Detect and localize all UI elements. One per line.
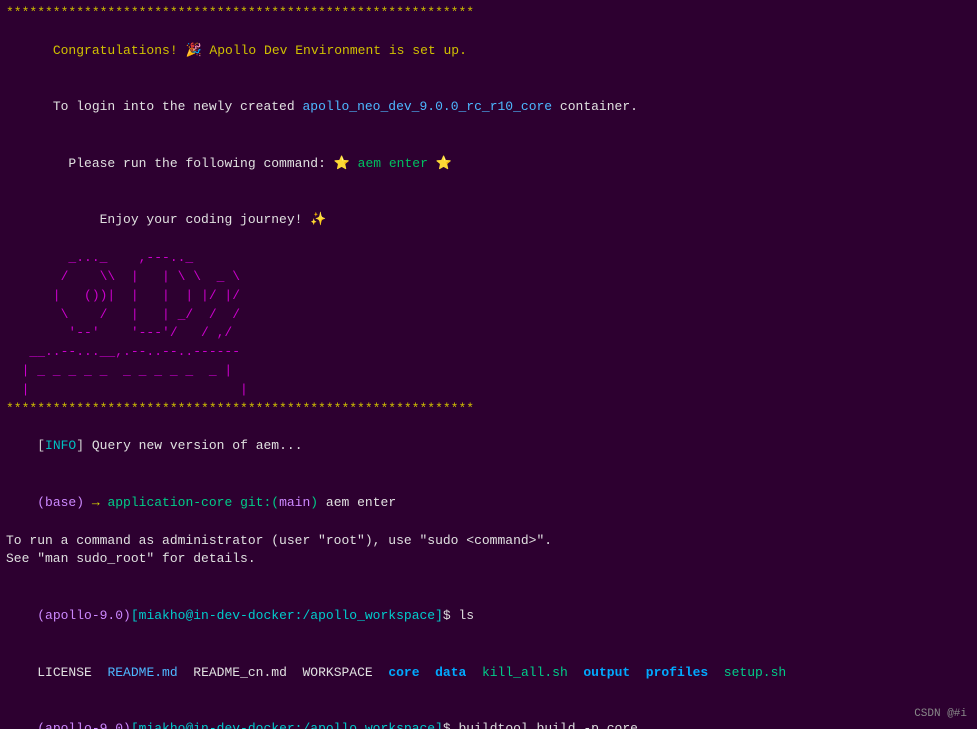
please-line: Please run the following command: ⭐ aem … [6,136,971,193]
bracket-close: ] [76,438,84,453]
info-msg: Query new version of aem... [84,438,302,453]
ls-data: data [435,665,482,680]
stars-line-1: ****************************************… [6,4,971,23]
user-host: [miakho@in-dev-docker:/apollo_workspace] [131,608,443,623]
star2: ⭐ [428,156,452,171]
gtt-text: git:( [240,495,279,510]
enjoy-line: Enjoy your coding journey! ✨ [6,192,971,249]
ls-readme: README.md [107,665,193,680]
sudo-note: To run a command as administrator (user … [6,532,971,551]
apollo-env: (apollo-9.0) [37,608,131,623]
gtt-close: ) [310,495,318,510]
bracket-open: [ [37,438,45,453]
ls-profiles: profiles [646,665,724,680]
user-host2: [miakho@in-dev-docker:/apollo_workspace] [131,721,443,729]
congratulations-text: Congratulations! 🎉 Apollo Dev Environmen… [37,43,467,58]
base-prompt-line: (base) → application-core git:(main) aem… [6,475,971,532]
base-env: (base) [37,495,92,510]
info-query-line: [INFO] Query new version of aem... [6,419,971,476]
see-man: See "man sudo_root" for details. [6,550,971,569]
aem-enter-cmd: aem enter [358,156,428,171]
ls-output: output [583,665,645,680]
dollar-sign: $ ls [443,608,474,623]
app-core-text: application-core [107,495,240,510]
apollo-link: apollo_neo_dev_9.0.0_rc_r10_core [302,99,552,114]
terminal: ****************************************… [0,0,977,729]
watermark: CSDN @#i [914,707,967,723]
stars-line-2: ****************************************… [6,400,971,419]
info-label: INFO [45,438,76,453]
login-line: To login into the newly created apollo_n… [6,79,971,136]
prompt-buildtool-line: (apollo-9.0)[miakho@in-dev-docker:/apoll… [6,701,971,729]
please-text: Please run the following command: ⭐ [37,156,357,171]
container-text: container. [552,99,638,114]
ls-output-line: LICENSE README.md README_cn.md WORKSPACE… [6,645,971,702]
ls-license: LICENSE [37,665,107,680]
ascii-art-block: _..._ ,---.._ / \\ | | \ \ _ \ | ())| | … [6,249,971,400]
arrow-icon: → [92,495,108,510]
prompt-ls-line: (apollo-9.0)[miakho@in-dev-docker:/apoll… [6,588,971,645]
congratulations-line: Congratulations! 🎉 Apollo Dev Environmen… [6,23,971,80]
aem-enter-cmd2: aem enter [318,495,396,510]
login-text: To login into the newly created [37,99,302,114]
enjoy-text: Enjoy your coding journey! ✨ [37,212,326,227]
main-branch: main [279,495,310,510]
ls-core: core [388,665,435,680]
ls-killall: kill_all.sh [482,665,583,680]
ls-setup: setup.sh [724,665,786,680]
apollo-env2: (apollo-9.0) [37,721,131,729]
blank-line [6,569,971,588]
dollar-sign2: $ buildtool build -p core [443,721,638,729]
ls-readme-cn: README_cn.md WORKSPACE [193,665,388,680]
